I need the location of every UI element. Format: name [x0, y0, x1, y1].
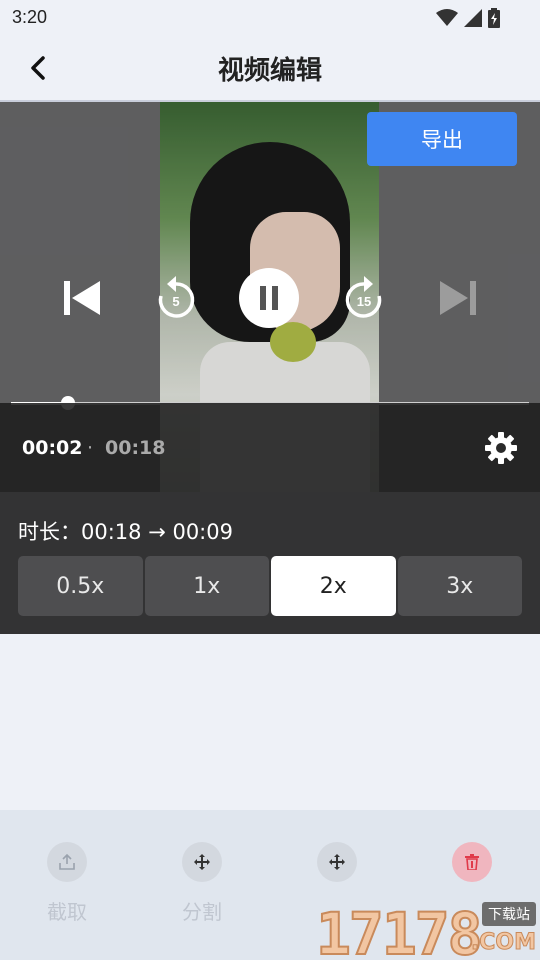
page-title: 视频编辑	[217, 56, 322, 86]
playback-controls: 5 15	[0, 268, 540, 332]
move-arrows-icon	[329, 854, 345, 870]
trash-icon	[465, 854, 479, 870]
tool-clip-icon-wrap	[47, 842, 87, 882]
tool-split[interactable]: 分割	[152, 842, 252, 925]
tool-label: 分割	[182, 900, 222, 924]
rewind-seconds-label: 5	[172, 294, 179, 309]
status-time: 3:20	[12, 7, 48, 27]
forward-seconds-label: 15	[357, 294, 371, 309]
skip-previous-button[interactable]	[52, 268, 112, 328]
speed-panel: 时长：00:18 → 00:09 0.5x 1x 2x 3x	[0, 492, 540, 634]
speed-option-3x[interactable]: 3x	[397, 556, 522, 616]
speed-option-2x[interactable]: 2x	[271, 556, 396, 616]
tool-move[interactable]	[287, 842, 387, 896]
pause-icon	[260, 286, 278, 310]
tool-delete[interactable]	[422, 842, 522, 896]
watermark-com: .COM	[470, 930, 536, 956]
speed-options: 0.5x 1x 2x 3x	[18, 556, 522, 616]
time-row: 00:02 · 00:18	[0, 403, 540, 492]
duration-label: 时长：00:18 → 00:09	[18, 520, 233, 544]
tool-move-icon-wrap	[317, 842, 357, 882]
wifi-icon	[436, 9, 458, 26]
forward-button[interactable]: 15	[334, 268, 394, 328]
gear-icon	[485, 432, 517, 464]
forward-15-icon: 15	[345, 276, 382, 318]
rewind-5-icon: 5	[158, 276, 195, 318]
skip-next-button[interactable]	[428, 268, 488, 328]
battery-icon	[488, 8, 500, 28]
total-time: 00:18	[105, 437, 166, 459]
pause-button-circle	[239, 268, 299, 328]
speed-option-0.5x[interactable]: 0.5x	[18, 556, 143, 616]
time-separator: ·	[87, 437, 94, 459]
speed-option-1x[interactable]: 1x	[144, 556, 269, 616]
watermark-logo: 17178 下载站 .COM	[315, 898, 540, 960]
cellular-signal-icon	[464, 9, 482, 27]
status-icons	[436, 8, 500, 28]
settings-button[interactable]	[484, 431, 518, 465]
skip-next-icon	[440, 281, 476, 315]
tool-delete-icon-wrap	[452, 842, 492, 882]
tool-split-icon-wrap	[182, 842, 222, 882]
title-bar: 视频编辑	[0, 36, 540, 100]
tool-label: 截取	[47, 900, 87, 924]
export-button[interactable]: 导出	[367, 112, 517, 166]
watermark-tag: 下载站	[482, 902, 536, 926]
status-bar: 3:20	[0, 0, 540, 36]
share-upload-icon	[59, 853, 75, 870]
watermark-digits: 17178	[315, 899, 484, 960]
rewind-button[interactable]: 5	[146, 268, 206, 328]
pause-button[interactable]	[239, 268, 299, 328]
tool-clip[interactable]: 截取	[17, 842, 117, 925]
video-player[interactable]: 导出 5 15 00:02 · 00:18	[0, 102, 540, 492]
skip-previous-icon	[64, 281, 100, 315]
move-arrows-icon	[194, 854, 210, 870]
current-time: 00:02	[22, 437, 83, 459]
